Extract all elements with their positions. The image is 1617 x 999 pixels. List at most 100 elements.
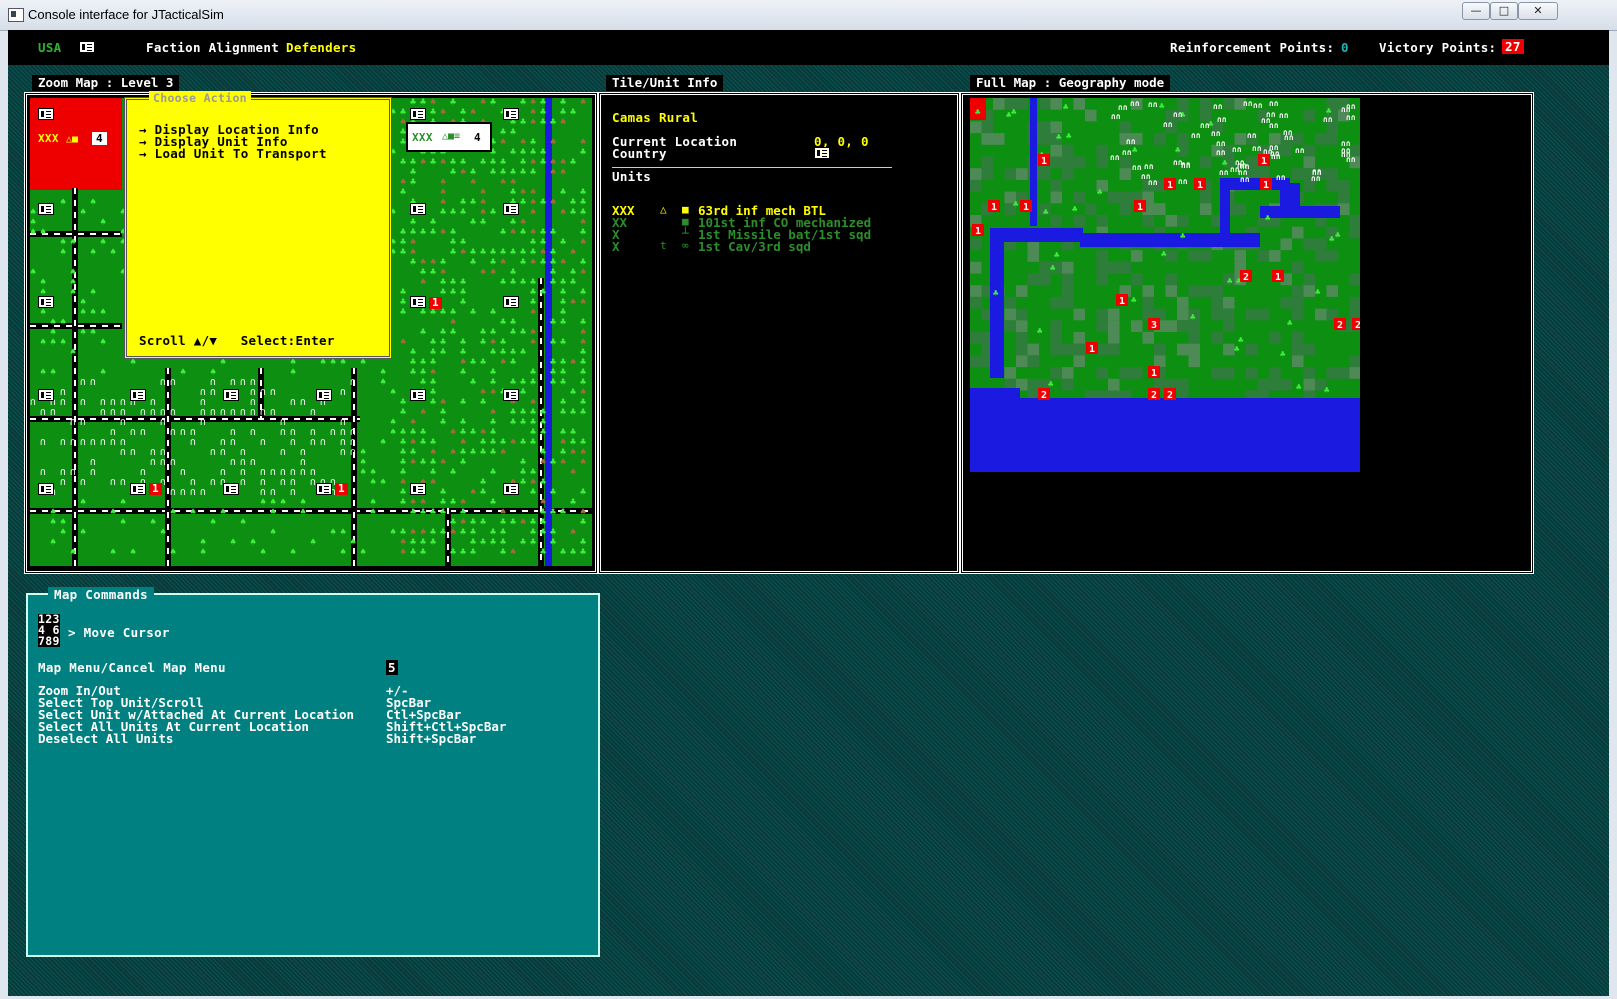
city-flag-icon[interactable] bbox=[38, 483, 54, 495]
unit-count-badge-label: 1 bbox=[975, 226, 981, 237]
city-flag-icon[interactable] bbox=[503, 389, 519, 401]
city-flag-icon[interactable] bbox=[38, 389, 54, 401]
tree-glyph: ♠ bbox=[80, 327, 87, 338]
full-map[interactable]: ♣♣♣♣♣♣♣♣♣♣♣♣♣♣♣♣♣♣♣♣♣♣♣♣♣♣♣♣♣♣♣♣♣♣♣♣♣♣♣♣… bbox=[970, 98, 1360, 472]
tree-glyph: ♣ bbox=[500, 547, 507, 558]
building-glyph: ∩ bbox=[210, 447, 218, 458]
unit-row[interactable]: Xt ∞ 1st Cav/3rd sqd bbox=[612, 239, 892, 254]
tree-glyph: ♣ bbox=[540, 157, 547, 168]
city-flag-icon[interactable] bbox=[410, 389, 426, 401]
terrain-tile bbox=[1349, 296, 1360, 309]
tree-glyph: ♠ bbox=[100, 307, 107, 318]
building-glyph: ∩ bbox=[220, 447, 228, 458]
city-flag-icon[interactable] bbox=[410, 203, 426, 215]
tree-glyph: ♠ bbox=[40, 337, 47, 348]
building-glyph: ∩ bbox=[90, 437, 98, 448]
tree-glyph: ♠ bbox=[500, 447, 507, 458]
terrain-tile bbox=[1131, 367, 1143, 379]
tree-glyph: ♣ bbox=[480, 157, 487, 168]
building-glyph: ∩ bbox=[130, 427, 138, 438]
tree-glyph: ♣ bbox=[440, 307, 447, 318]
tree-glyph: ♣ bbox=[400, 307, 407, 318]
tree-glyph: ♠ bbox=[310, 537, 317, 548]
close-button[interactable]: ✕ bbox=[1518, 2, 1558, 20]
terrain-tile bbox=[1142, 215, 1154, 227]
tree-glyph: ♠ bbox=[440, 157, 447, 168]
city-flag-icon[interactable] bbox=[130, 389, 146, 401]
building-glyph: ∩∩ bbox=[1148, 178, 1158, 187]
city-flag-icon[interactable] bbox=[410, 108, 426, 120]
tree-glyph: ♠ bbox=[90, 307, 97, 318]
tree-glyph: ♣ bbox=[470, 257, 477, 268]
terrain-tile bbox=[1292, 285, 1304, 297]
river bbox=[998, 228, 1083, 242]
unit-count-badge[interactable]: 1 bbox=[335, 483, 348, 495]
unit-count-badge-label: 3 bbox=[1151, 320, 1157, 331]
city-flag-icon[interactable] bbox=[38, 203, 54, 215]
building-glyph: ∩ bbox=[270, 407, 278, 418]
maximize-button[interactable]: □ bbox=[1490, 2, 1518, 20]
tree-glyph: ♠ bbox=[70, 547, 77, 558]
tree-glyph: ♣ bbox=[470, 217, 477, 228]
terrain-tile bbox=[1223, 343, 1235, 356]
unit-row[interactable]: XX ■ 101st inf CO mechanized bbox=[612, 215, 892, 230]
building-glyph: ∩∩ bbox=[1126, 137, 1136, 146]
tree-glyph: ♣ bbox=[420, 547, 427, 558]
city-flag-icon[interactable] bbox=[316, 389, 332, 401]
city-flag-icon[interactable] bbox=[38, 108, 54, 120]
terrain-tile bbox=[1303, 378, 1315, 391]
terrain-tile bbox=[1027, 355, 1039, 368]
city-flag-icon[interactable] bbox=[410, 483, 426, 495]
tree-glyph: ♠ bbox=[530, 337, 537, 348]
terrain-tile bbox=[1062, 144, 1074, 157]
tree-glyph: ♣ bbox=[430, 397, 437, 408]
map-menu-label: Map Menu/Cancel Map Menu bbox=[38, 660, 226, 675]
tree-glyph: ♣ bbox=[550, 457, 557, 468]
city-flag-icon[interactable] bbox=[410, 296, 426, 308]
city-flag-icon[interactable] bbox=[130, 483, 146, 495]
tree-glyph: ♠ bbox=[100, 237, 107, 248]
unit-row[interactable]: X ┴ 1st Missile bat/1st sqd bbox=[612, 227, 892, 242]
building-glyph: ∩∩ bbox=[1118, 103, 1128, 112]
terrain-tile bbox=[1016, 332, 1028, 344]
tree-glyph: ♣ bbox=[440, 527, 447, 538]
terrain-tile bbox=[1016, 285, 1028, 297]
building-glyph: ∩ bbox=[280, 477, 288, 488]
selected-unit-stack[interactable]: XXX △■≡ 4 bbox=[406, 122, 492, 152]
tree-glyph: ♣ bbox=[490, 347, 497, 358]
unit-row[interactable]: XXX △ ■ 63rd inf mech BTL bbox=[612, 203, 892, 218]
tree-glyph: ♣ bbox=[410, 98, 417, 108]
tree-glyph: ♣ bbox=[460, 457, 467, 468]
tree-glyph: ♣ bbox=[570, 497, 577, 508]
tree-glyph: ♠ bbox=[470, 107, 477, 118]
tree-glyph: ♠ bbox=[290, 547, 297, 558]
minimize-button[interactable]: — bbox=[1462, 2, 1490, 20]
tree-glyph: ♠ bbox=[450, 447, 457, 458]
tree-glyph: ♠ bbox=[570, 297, 577, 308]
city-flag-icon[interactable] bbox=[316, 483, 332, 495]
building-glyph: ∩ bbox=[150, 457, 158, 468]
city-flag-icon[interactable] bbox=[38, 296, 54, 308]
tree-glyph: ♠ bbox=[440, 227, 447, 238]
city-flag-icon[interactable] bbox=[223, 483, 239, 495]
city-flag-icon[interactable] bbox=[503, 203, 519, 215]
building-glyph: ∩∩ bbox=[1269, 99, 1279, 108]
city-flag-icon[interactable] bbox=[503, 296, 519, 308]
building-glyph: ∩ bbox=[300, 467, 308, 478]
terrain-tile bbox=[993, 98, 1005, 110]
tree-glyph: ♣ bbox=[500, 227, 507, 238]
tree-glyph: ♣ bbox=[570, 107, 577, 118]
city-flag-icon[interactable] bbox=[503, 483, 519, 495]
action-load-transport[interactable]: → Load Unit To Transport bbox=[139, 146, 327, 161]
terrain-tile bbox=[1269, 378, 1281, 391]
city-flag-icon[interactable] bbox=[503, 108, 519, 120]
terrain-tile bbox=[1269, 367, 1281, 379]
city-flag-icon[interactable] bbox=[223, 389, 239, 401]
unit-count-badge[interactable]: 1 bbox=[149, 483, 162, 495]
tree-glyph: ♣ bbox=[1072, 205, 1078, 215]
unit-count-badge[interactable]: 1 bbox=[429, 297, 442, 309]
tree-glyph: ♣ bbox=[570, 207, 577, 218]
tree-glyph: ♠ bbox=[130, 357, 137, 368]
building-glyph: ∩ bbox=[110, 437, 118, 448]
tree-glyph: ♠ bbox=[190, 507, 197, 518]
